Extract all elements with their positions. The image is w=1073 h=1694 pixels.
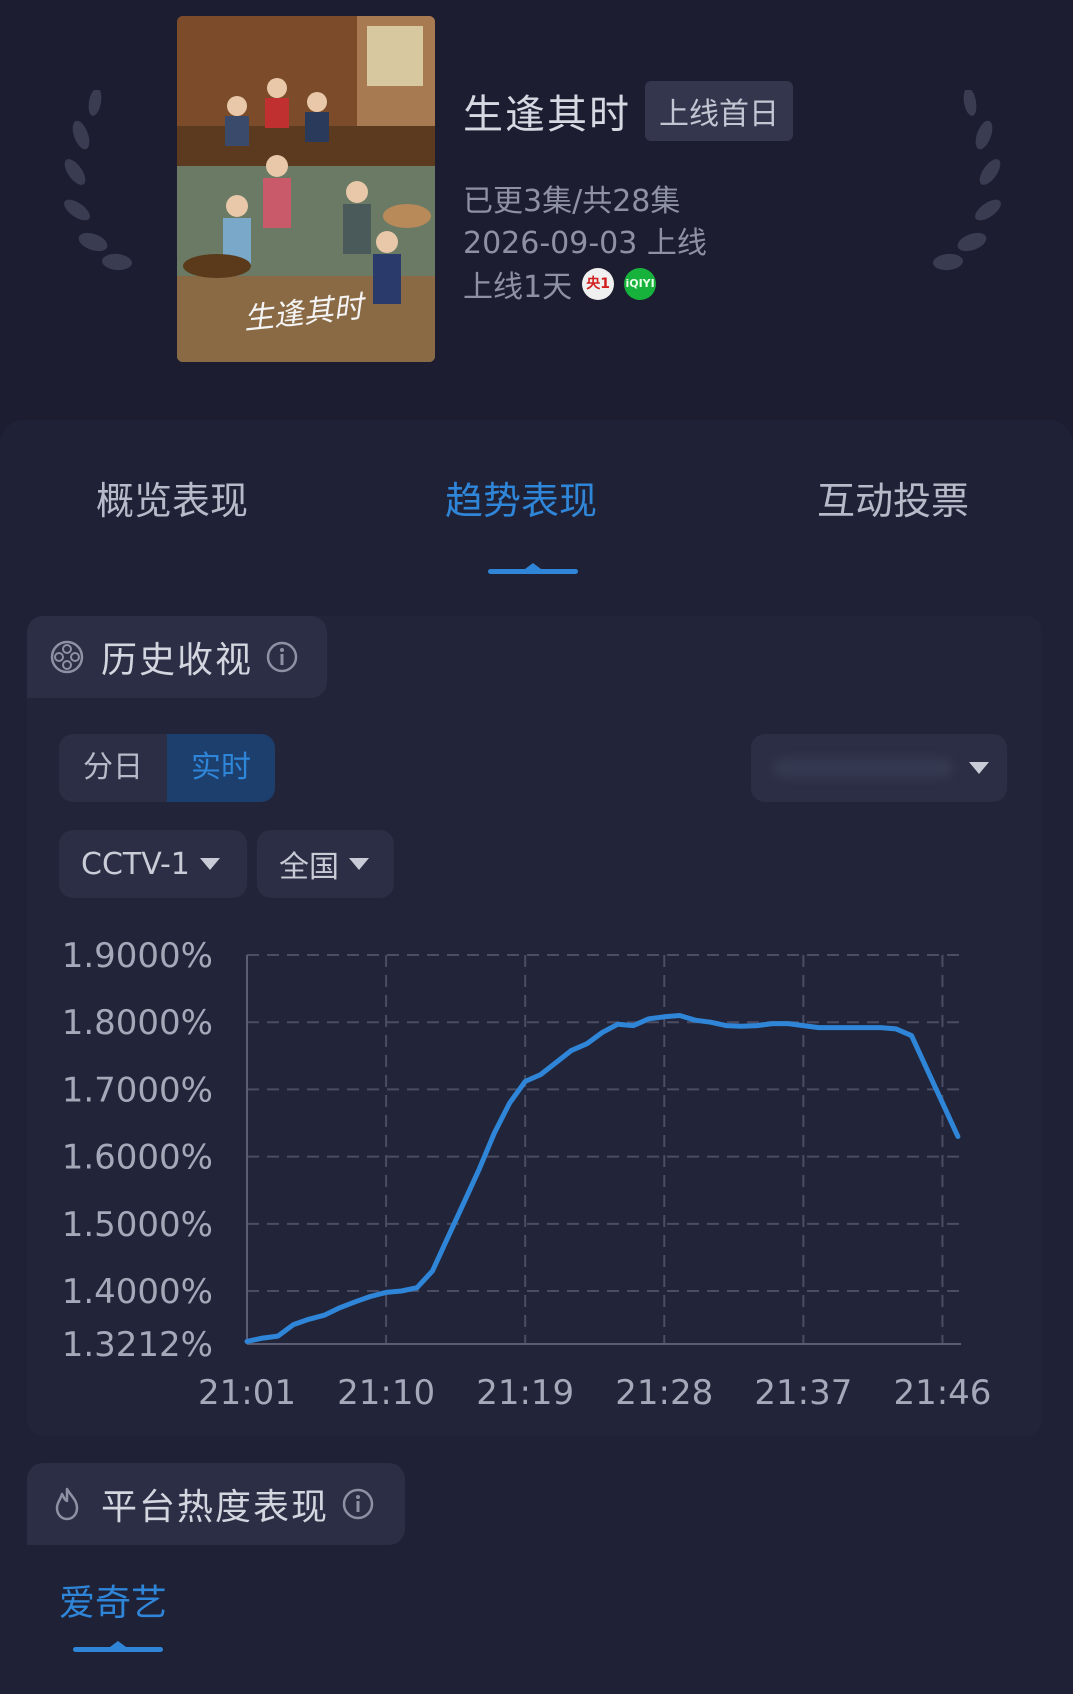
ratings-line-chart: 1.3212% 1.4000% 1.5000% 1.6000% 1.7000% 1.800…	[62, 936, 992, 1413]
y-tick-label: 1.9000%	[62, 936, 213, 976]
x-tick-label: 21:28	[615, 1373, 713, 1413]
x-tick-label: 21:10	[337, 1373, 435, 1413]
y-tick-label: 1.7000%	[62, 1070, 213, 1110]
heat-section-header: 平台热度表现	[27, 1463, 405, 1545]
y-tick-label: 1.3212%	[62, 1325, 213, 1365]
y-tick-label: 1.4000%	[62, 1272, 213, 1312]
tab-platform-iqiyi[interactable]: 爱奇艺	[59, 1574, 167, 1626]
y-tick-label: 1.8000%	[62, 1003, 213, 1043]
x-tick-label: 21:37	[754, 1373, 852, 1413]
flame-icon	[55, 1487, 79, 1521]
y-tick-label: 1.6000%	[62, 1138, 213, 1178]
heat-section-title: 平台热度表现	[101, 1487, 330, 1528]
ratings-series-line	[244, 1013, 961, 1344]
active-subtab-indicator	[73, 1647, 163, 1652]
x-tick-label: 21:01	[198, 1373, 296, 1413]
active-subtab-notch	[110, 1641, 126, 1647]
x-tick-label: 21:19	[476, 1373, 574, 1413]
info-icon[interactable]	[341, 1487, 375, 1521]
x-tick-label: 21:46	[893, 1373, 991, 1413]
y-tick-label: 1.5000%	[62, 1205, 213, 1245]
